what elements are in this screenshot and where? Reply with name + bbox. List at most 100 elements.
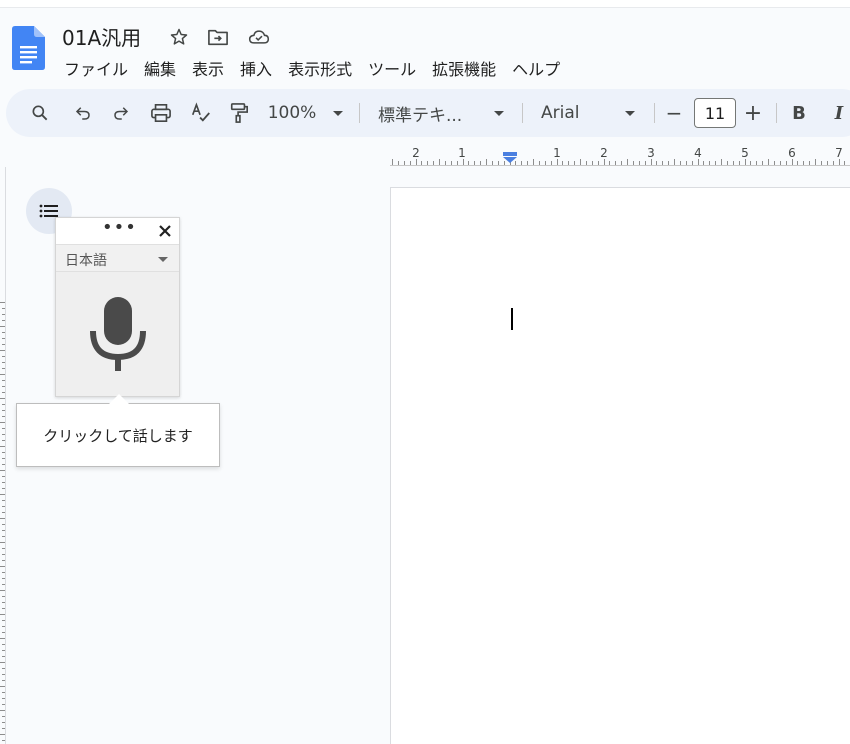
ruler-tick <box>433 161 435 165</box>
menu-view[interactable]: 表示 <box>184 54 232 80</box>
indent-marker-icon[interactable] <box>502 152 518 164</box>
ruler-tick <box>791 159 793 165</box>
language-dropdown-icon <box>158 257 168 262</box>
more-options-icon[interactable]: ••• <box>102 219 136 242</box>
font-value: Arial <box>541 103 580 123</box>
spellcheck-icon[interactable] <box>188 89 214 137</box>
close-icon[interactable] <box>154 220 176 242</box>
ruler-tick <box>556 159 558 165</box>
print-icon[interactable] <box>147 89 175 137</box>
toolbar-divider <box>359 103 360 123</box>
microphone-icon <box>89 297 146 371</box>
ruler-tick <box>568 161 570 165</box>
font-size-input[interactable]: 11 <box>694 98 736 128</box>
paragraph-style-select[interactable]: 標準テキ... <box>378 89 466 137</box>
ruler-tick <box>832 161 834 165</box>
ruler-tick <box>427 161 429 165</box>
ruler-tick <box>809 161 811 165</box>
tooltip-arrow <box>109 394 129 404</box>
ruler-tick <box>585 161 587 165</box>
docs-logo-icon[interactable] <box>12 26 45 70</box>
search-menus-icon[interactable] <box>26 89 54 137</box>
style-dropdown-icon[interactable] <box>489 89 509 137</box>
ruler-tick <box>491 161 493 165</box>
zoom-select[interactable]: 100% <box>267 89 317 137</box>
menu-help[interactable]: ヘルプ <box>504 54 568 80</box>
ruler-tick <box>456 161 458 165</box>
ruler-tick <box>597 161 599 165</box>
menu-format[interactable]: 表示形式 <box>280 54 360 80</box>
ruler-tick <box>474 161 476 165</box>
ruler-tick <box>521 161 523 165</box>
ruler-tick <box>820 161 822 165</box>
ruler-tick <box>803 161 805 165</box>
voice-tooltip-text: クリックして話します <box>43 426 193 445</box>
ruler-tick <box>744 159 746 165</box>
document-title[interactable]: 01A汎用 <box>62 22 141 51</box>
redo-icon[interactable] <box>108 89 134 137</box>
ruler-tick <box>773 161 775 165</box>
menu-extensions[interactable]: 拡張機能 <box>424 54 504 80</box>
text-cursor <box>511 308 513 330</box>
move-folder-icon[interactable] <box>207 26 229 48</box>
ruler-tick <box>697 159 699 165</box>
ruler-tick <box>691 161 693 165</box>
ruler-tick <box>591 161 593 165</box>
ruler-tick <box>762 161 764 165</box>
font-select[interactable]: Arial <box>541 89 601 137</box>
menu-tools[interactable]: ツール <box>360 54 424 80</box>
ruler-tick <box>674 159 675 165</box>
font-dropdown-icon[interactable] <box>620 89 640 137</box>
microphone-button[interactable] <box>56 272 179 396</box>
menu-bar: ファイル 編集 表示 挿入 表示形式 ツール 拡張機能 ヘルプ <box>56 54 568 80</box>
increase-font-size-button[interactable]: + <box>743 89 763 137</box>
horizontal-ruler[interactable]: 2 1 1 2 3 4 5 6 7 <box>390 144 850 166</box>
toolbar-divider <box>776 103 777 123</box>
voice-tooltip: クリックして話します <box>16 403 220 467</box>
ruler-tick <box>574 161 576 165</box>
ruler-tick <box>621 161 623 165</box>
undo-icon[interactable] <box>70 89 96 137</box>
zoom-dropdown-icon[interactable] <box>328 89 348 137</box>
italic-button[interactable]: I <box>828 89 850 137</box>
ruler-label: 2 <box>600 146 608 160</box>
ruler-tick <box>397 161 399 165</box>
ruler-label: 2 <box>412 146 420 160</box>
ruler-tick <box>844 161 846 165</box>
menu-file[interactable]: ファイル <box>56 54 136 80</box>
ruler-tick <box>403 161 405 165</box>
toolbar-divider <box>654 103 655 123</box>
menu-edit[interactable]: 編集 <box>136 54 184 80</box>
cloud-saved-icon[interactable] <box>248 26 270 48</box>
star-icon[interactable] <box>168 26 190 48</box>
ruler-tick <box>703 161 705 165</box>
zoom-value: 100% <box>267 103 317 123</box>
ruler-label: 6 <box>788 146 796 160</box>
ruler-tick <box>450 161 452 165</box>
toolbar: 100% 標準テキ... Arial − 11 + B I <box>6 89 850 137</box>
sidebar-divider <box>5 167 6 744</box>
ruler-label: 3 <box>647 146 655 160</box>
language-select[interactable]: 日本語 <box>56 244 179 272</box>
ruler-tick <box>738 161 740 165</box>
voice-typing-header: ••• <box>56 218 179 244</box>
decrease-font-size-button[interactable]: − <box>664 89 684 137</box>
ruler-tick <box>392 159 393 165</box>
bold-button[interactable]: B <box>788 89 810 137</box>
ruler-tick <box>785 161 787 165</box>
ruler-tick <box>615 161 617 165</box>
ruler-tick <box>480 161 482 165</box>
document-page[interactable] <box>390 187 850 744</box>
ruler-tick <box>756 161 758 165</box>
ruler-tick <box>668 161 670 165</box>
ruler-tick <box>656 161 658 165</box>
ruler-tick <box>580 159 581 165</box>
ruler-tick <box>768 159 769 165</box>
ruler-label: 4 <box>694 146 702 160</box>
ruler-tick <box>603 159 605 165</box>
ruler-tick <box>838 159 840 165</box>
ruler-tick <box>609 161 611 165</box>
browser-top-strip <box>0 0 850 8</box>
paint-format-icon[interactable] <box>226 89 252 137</box>
menu-insert[interactable]: 挿入 <box>232 54 280 80</box>
